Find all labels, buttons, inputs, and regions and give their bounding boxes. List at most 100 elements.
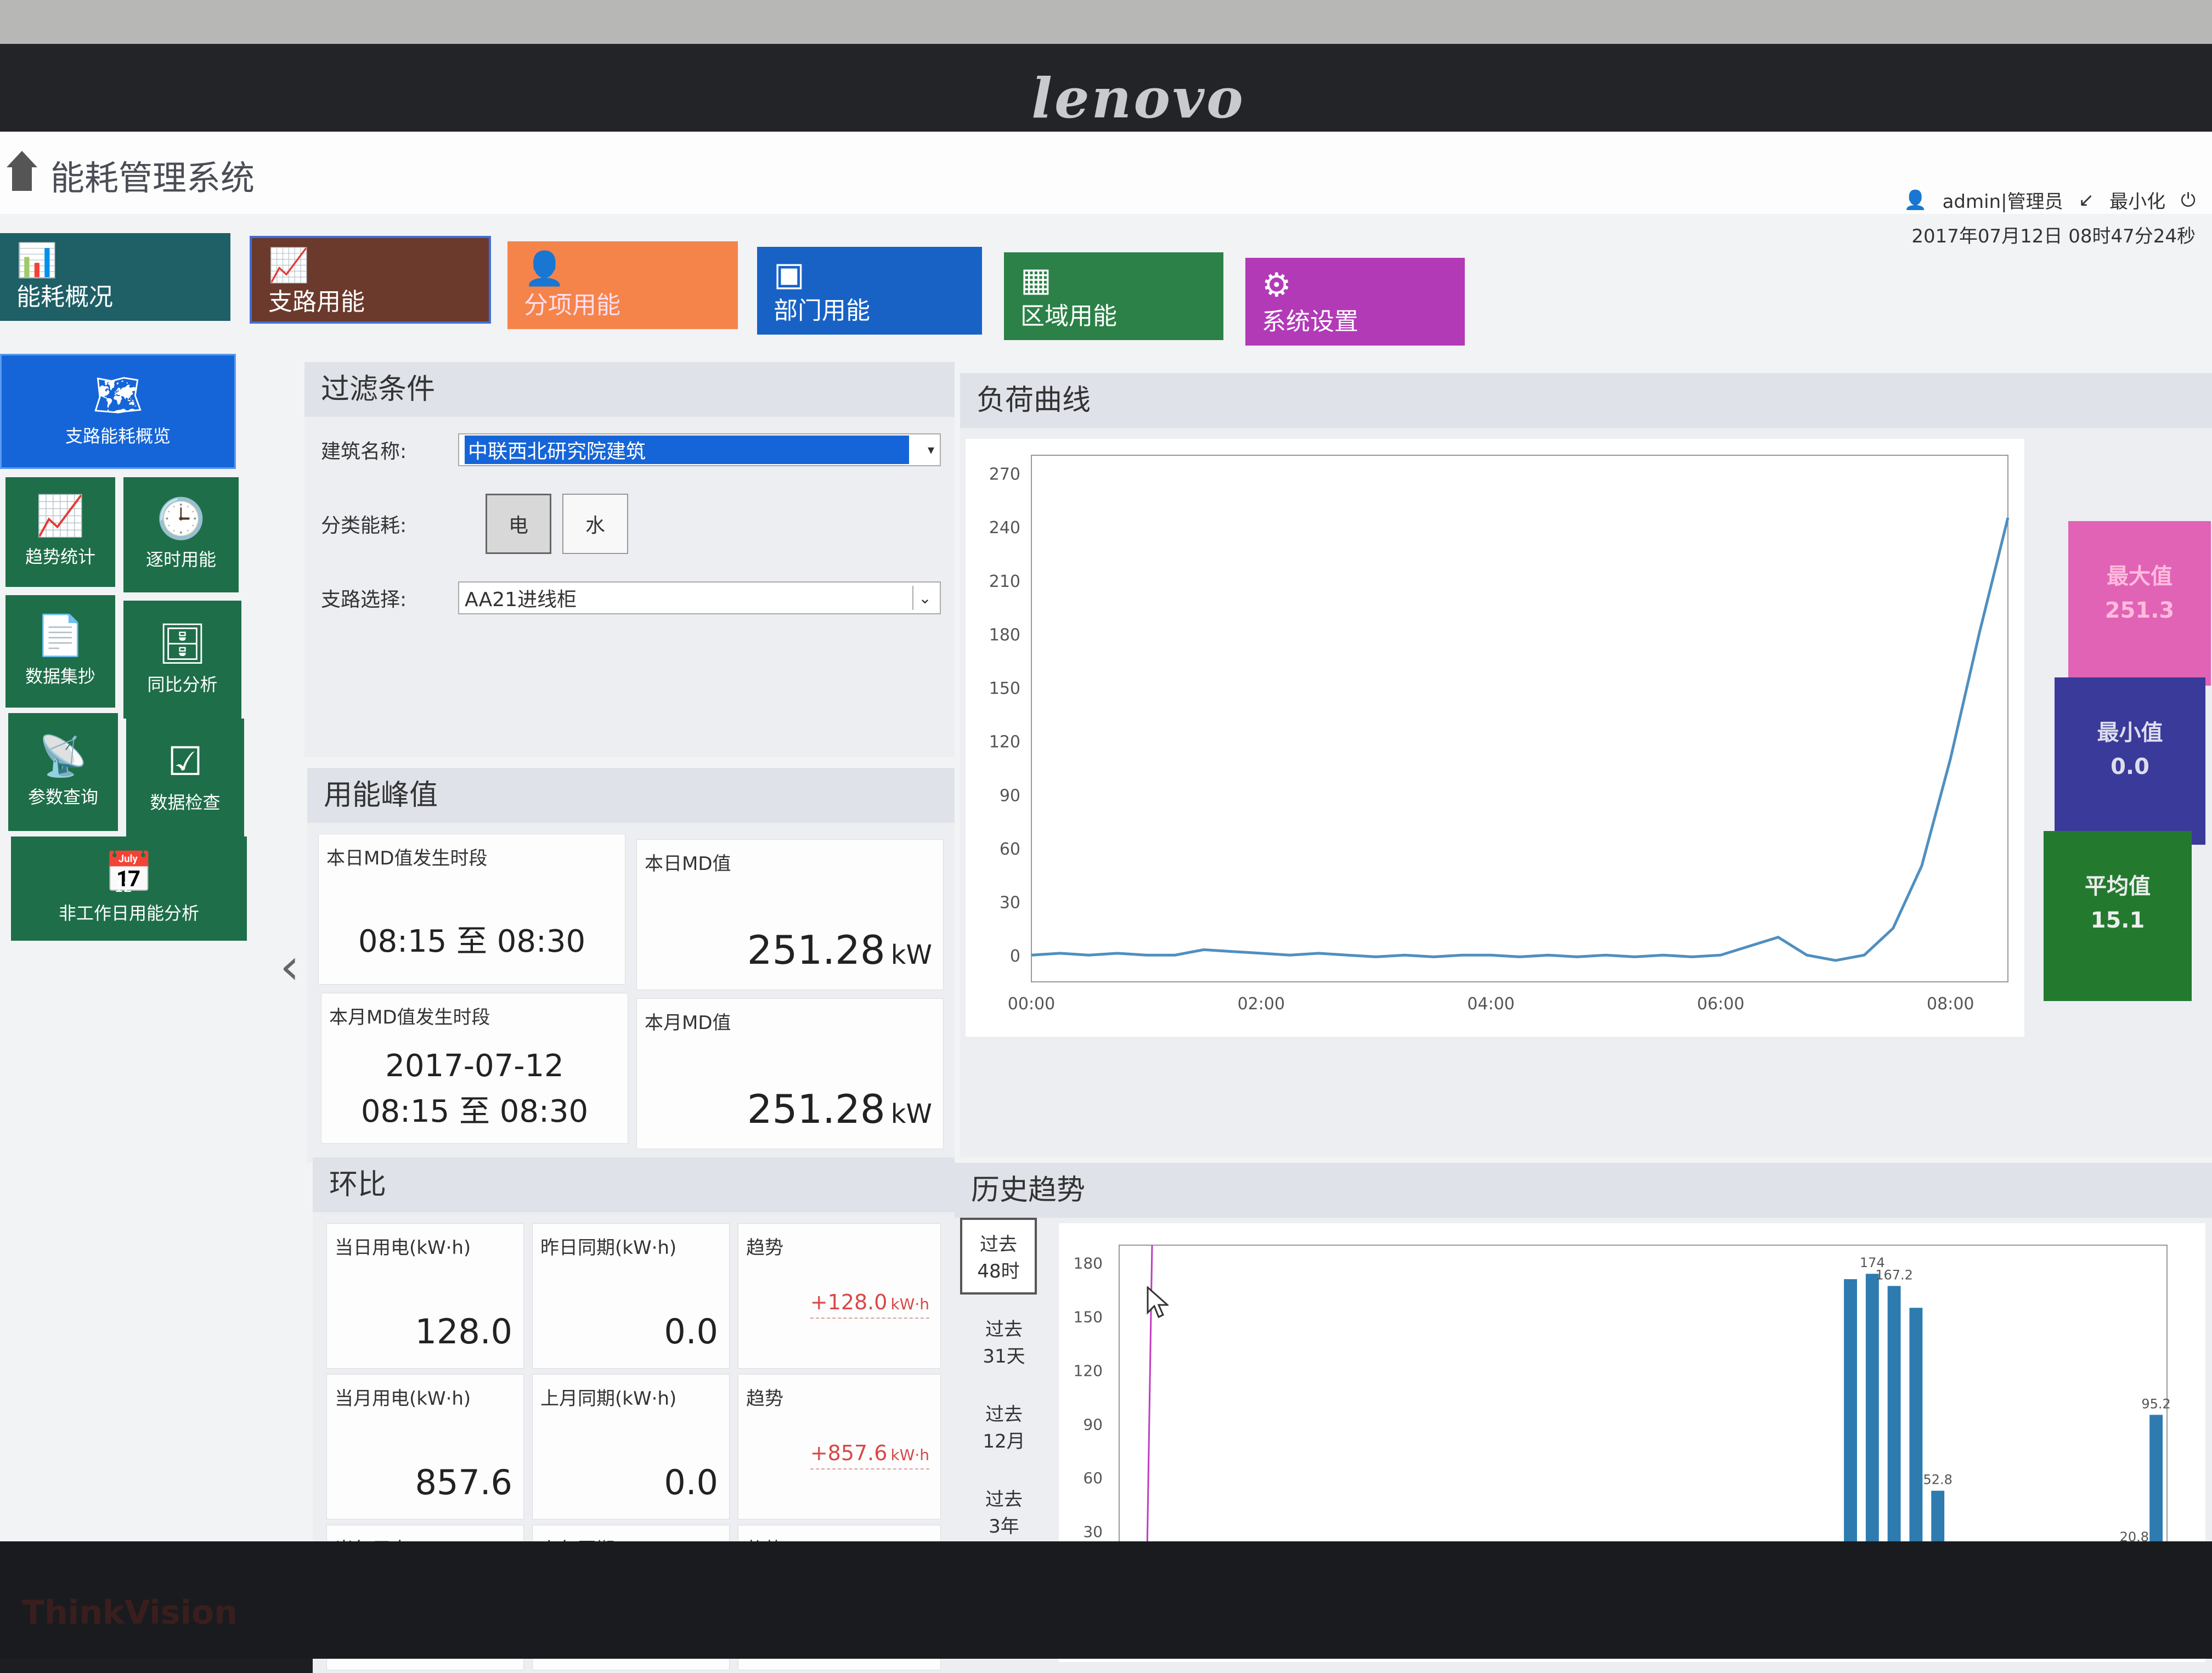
side-data-check[interactable]: ☑ 数据检查 bbox=[126, 719, 244, 836]
max-stat-label: 最大值 bbox=[2107, 564, 2172, 589]
trend-number: +857.6 bbox=[810, 1441, 888, 1465]
load-curve-chart: 0 30 60 90 120 150 180 210 240 270 00:00 02:00 04:00… bbox=[966, 439, 2024, 1037]
day-period-label: 本日MD值发生时段 bbox=[326, 847, 488, 869]
side-branch-overview[interactable]: 🗺 支路能耗概览 bbox=[0, 354, 236, 469]
day-md-value-card: 本日MD值 251.28 kW bbox=[636, 839, 944, 990]
current-usage-card-label: 当日用电(kW·h) bbox=[335, 1237, 471, 1259]
user-name[interactable]: admin|管理员 bbox=[1943, 186, 2063, 213]
trend-card-label: 趋势 bbox=[746, 1237, 783, 1259]
minimize-icon[interactable]: ↙ bbox=[2079, 189, 2095, 211]
trend-icon: 📈 bbox=[268, 246, 309, 285]
previous-period-card-label: 昨日同期(kW·h) bbox=[540, 1237, 677, 1259]
water-toggle[interactable]: 水 bbox=[562, 494, 628, 554]
max-stat-card: 最大值 251.3 bbox=[2068, 521, 2211, 686]
side-yoy-analysis[interactable]: 🗄 同比分析 bbox=[123, 601, 241, 719]
user-icon: 👤 bbox=[524, 250, 565, 288]
y-tick-label: 150 bbox=[1074, 1308, 1103, 1326]
app-header: 能耗管理系统 👤 admin|管理员 ↙ 最小化 ⏻ 2017年07月12日 0… bbox=[0, 132, 2212, 247]
max-stat-value: 251.3 bbox=[2104, 598, 2175, 623]
previous-period-card: 昨日同期(kW·h) 0.0 bbox=[532, 1223, 730, 1369]
min-stat-card: 最小值 0.0 bbox=[2055, 677, 2205, 845]
y-tick-label: 90 bbox=[1083, 1415, 1103, 1433]
tab-past-12m[interactable]: 过去 12月 bbox=[966, 1388, 1042, 1465]
calendar-icon: 📅 12 bbox=[104, 852, 154, 896]
avg-stat-label: 平均值 bbox=[2085, 874, 2151, 899]
side-param-query[interactable]: 📡 参数查询 bbox=[8, 713, 118, 831]
y-tick-label: 0 bbox=[1010, 947, 1020, 966]
day-md-period-card: 本日MD值发生时段 08:15 至 08:30 bbox=[318, 834, 625, 985]
previous-period-card: 上月同期(kW·h) 0.0 bbox=[532, 1374, 730, 1519]
map-icon: 🗺 bbox=[93, 372, 143, 418]
gear-icon: ⚙ bbox=[1262, 266, 1291, 304]
current-usage-card: 当月用电(kW·h) 857.6 bbox=[326, 1374, 524, 1519]
trend-card-label: 趋势 bbox=[746, 1388, 783, 1410]
satellite-icon: 📡 bbox=[38, 732, 88, 779]
month-period-value: 08:15 至 08:30 bbox=[360, 1094, 589, 1129]
chevron-down-icon[interactable]: ⌄ bbox=[912, 586, 936, 610]
database-icon: 🗄 bbox=[157, 620, 208, 666]
side-label: 趋势统计 bbox=[25, 546, 95, 567]
y-tick-label: 90 bbox=[1000, 786, 1020, 805]
load-series-line bbox=[1031, 517, 2010, 962]
y-tick-label: 30 bbox=[1000, 894, 1020, 913]
month-period-label: 本月MD值发生时段 bbox=[329, 1007, 490, 1028]
tab-past-3y[interactable]: 过去 3年 bbox=[966, 1473, 1042, 1550]
clock-icon: 🕒 bbox=[156, 495, 206, 541]
day-md-unit: kW bbox=[890, 940, 932, 970]
building-label: 建筑名称: bbox=[321, 440, 407, 463]
peak-title: 用能峰值 bbox=[307, 768, 955, 823]
trend-value: +128.0 kW·h bbox=[810, 1290, 929, 1319]
building-select[interactable]: 中联西北研究院建筑 ▾ bbox=[458, 433, 941, 466]
nav-label: 分项用能 bbox=[524, 291, 620, 319]
y-tick-label: 180 bbox=[1074, 1254, 1103, 1273]
power-icon[interactable]: ⏻ bbox=[2181, 189, 2196, 211]
bar bbox=[1865, 1274, 1879, 1585]
electricity-toggle[interactable]: 电 bbox=[486, 494, 551, 554]
collapse-arrow-icon[interactable]: ‹ bbox=[280, 938, 300, 996]
side-label: 同比分析 bbox=[147, 674, 218, 695]
side-trend-stats[interactable]: 📈 趋势统计 bbox=[5, 477, 115, 587]
side-data-reading[interactable]: 📄 数据集抄 bbox=[5, 595, 115, 708]
y-tick-label: 180 bbox=[989, 625, 1020, 645]
nav-label: 支路用能 bbox=[268, 288, 365, 316]
home-icon[interactable] bbox=[5, 148, 38, 192]
wall-background bbox=[0, 0, 2212, 44]
nav-department-button[interactable]: ▣ 部门用能 bbox=[757, 247, 982, 335]
y-tick-label: 150 bbox=[989, 679, 1020, 698]
x-tick-label: 06:00 bbox=[1697, 994, 1744, 1014]
trend-card: 趋势 +857.6kW·h bbox=[738, 1374, 941, 1519]
side-label: 参数查询 bbox=[27, 786, 98, 807]
load-curve-title: 负荷曲线 bbox=[960, 373, 2212, 428]
day-md-number: 251.28 bbox=[747, 927, 885, 973]
nav-itemized-button[interactable]: 👤 分项用能 bbox=[507, 241, 738, 329]
bar bbox=[1844, 1279, 1857, 1585]
monitor-brand-logo: lenovo bbox=[1031, 66, 1245, 131]
building-row: 建筑名称: 中联西北研究院建筑 ▾ bbox=[304, 417, 955, 483]
current-usage-card-value: 857.6 bbox=[415, 1462, 513, 1502]
tab-past-48h[interactable]: 过去 48时 bbox=[960, 1218, 1037, 1295]
bar bbox=[1887, 1286, 1901, 1585]
minimize-button[interactable]: 最小化 bbox=[2109, 186, 2165, 213]
nav-overview-button[interactable]: 📊 能耗概况 bbox=[0, 233, 230, 321]
side-hourly-energy[interactable]: 🕒 逐时用能 bbox=[123, 477, 239, 592]
branch-select[interactable]: AA21进线柜 ⌄ bbox=[458, 581, 941, 614]
trend-value: +857.6kW·h bbox=[810, 1441, 929, 1469]
nav-region-button[interactable]: ▦ 区域用能 bbox=[1004, 252, 1223, 340]
peak-panel: 用能峰值 本日MD值发生时段 08:15 至 08:30 本日MD值 251.2… bbox=[307, 768, 955, 1163]
screen: 能耗管理系统 👤 admin|管理员 ↙ 最小化 ⏻ 2017年07月12日 0… bbox=[0, 132, 2212, 1673]
side-label: 数据检查 bbox=[150, 792, 221, 813]
side-nonworkday-analysis[interactable]: 📅 12 非工作日用能分析 bbox=[11, 836, 247, 941]
history-title: 历史趋势 bbox=[955, 1163, 2212, 1218]
side-label: 支路能耗概览 bbox=[65, 426, 171, 446]
nav-branch-button[interactable]: 📈 支路用能 bbox=[250, 236, 491, 324]
filter-panel: 过滤条件 建筑名称: 中联西北研究院建筑 ▾ 分类能耗: 电 水 支路选择: A… bbox=[304, 362, 955, 757]
y-tick-label: 60 bbox=[1000, 840, 1020, 859]
tab-past-31d[interactable]: 过去 31天 bbox=[966, 1303, 1042, 1380]
min-stat-label: 最小值 bbox=[2097, 720, 2163, 745]
calendar-day: 12 bbox=[114, 879, 133, 896]
month-date-value: 2017-07-12 bbox=[385, 1048, 564, 1084]
plot-frame bbox=[1031, 455, 2008, 982]
nav-settings-button[interactable]: ⚙ 系统设置 bbox=[1245, 258, 1465, 346]
current-datetime: 2017年07月12日 08时47分24秒 bbox=[1911, 225, 2196, 247]
day-md-value: 251.28 kW bbox=[747, 927, 932, 973]
